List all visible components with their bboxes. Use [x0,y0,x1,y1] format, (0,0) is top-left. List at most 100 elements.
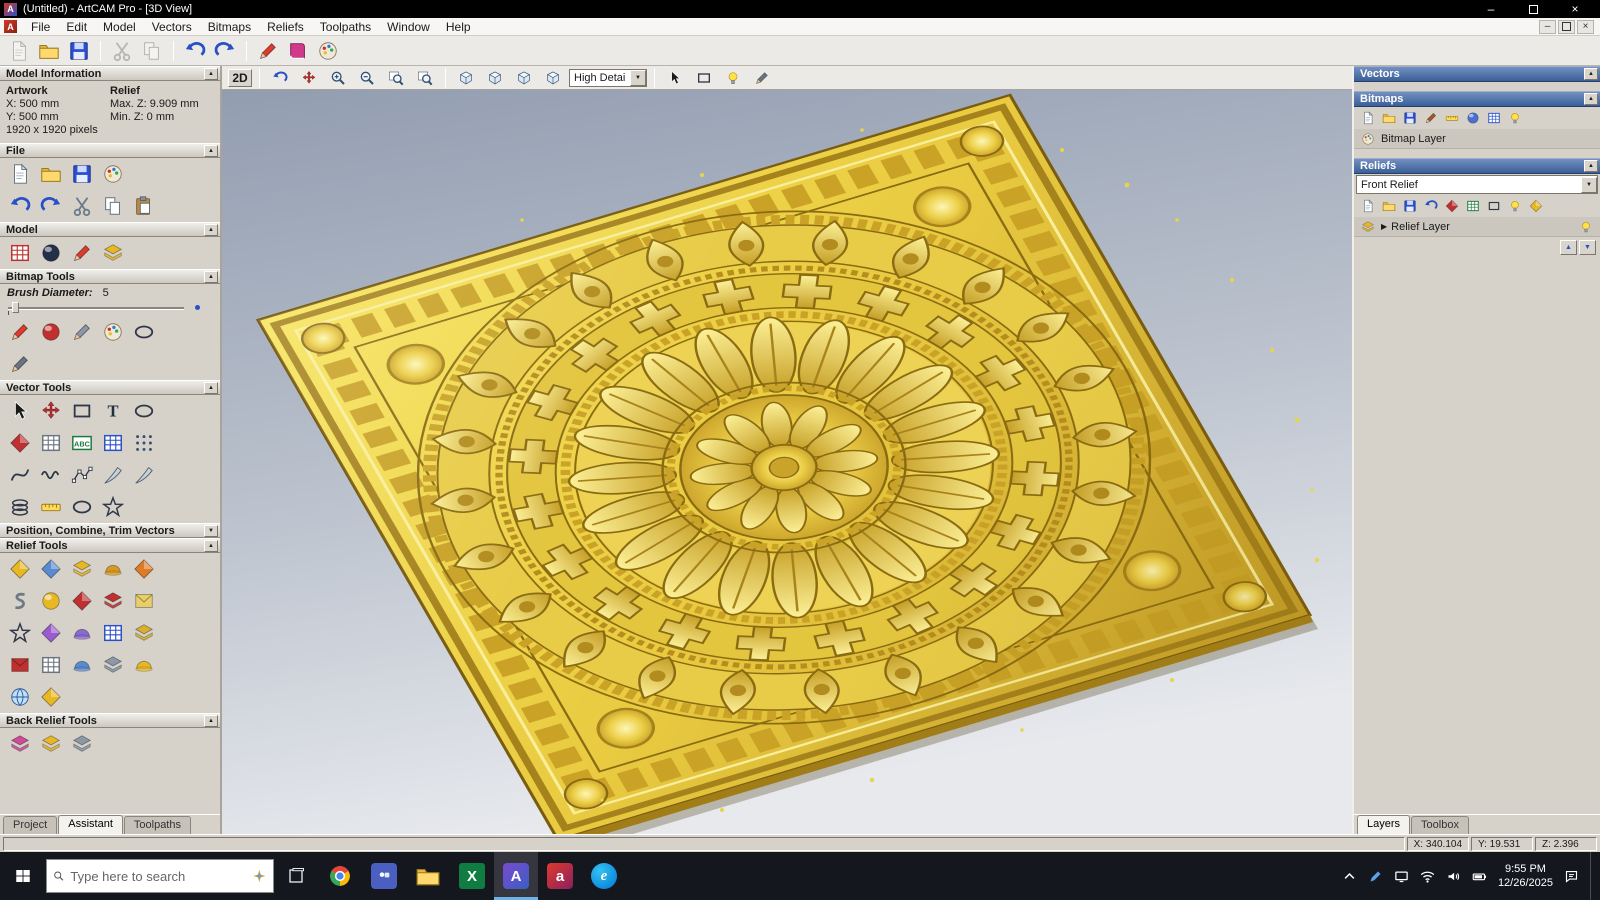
expand-arrow-icon[interactable]: ▶ [1381,222,1387,231]
sculpt-tool[interactable] [38,588,64,614]
vector-doctor-tool[interactable] [7,494,33,520]
measure-tool[interactable] [38,494,64,520]
merge-relief-tool[interactable] [100,556,126,582]
texture-flow-tool[interactable] [7,684,33,710]
new-relief-layer-button[interactable] [1359,197,1377,215]
tab-project[interactable]: Project [3,816,57,834]
open-relief-button[interactable] [1380,197,1398,215]
transfer-relief-button[interactable] [1422,197,1440,215]
hidden-icons-chevron-icon[interactable] [1342,869,1357,884]
zoom-out-button[interactable] [354,65,380,91]
toggle-light-button[interactable] [720,65,746,91]
show-desktop-button[interactable] [1590,852,1596,900]
node-editing-tool[interactable] [69,462,95,488]
menu-bitmaps[interactable]: Bitmaps [200,19,259,35]
shape-editor-tool[interactable] [7,556,33,582]
set-position-tool[interactable] [69,240,95,266]
smooth-relief-tool[interactable] [38,556,64,582]
menu-vectors[interactable]: Vectors [144,19,200,35]
draw-tool[interactable] [7,351,33,377]
relief-select[interactable]: Front Relief ▼ [1356,175,1598,194]
create-polyline-tool[interactable] [7,462,33,488]
colour-shading-button[interactable] [315,38,341,64]
bitmap-to-vector-tool[interactable] [7,430,33,456]
annotate-button[interactable] [255,38,281,64]
collapse-button[interactable]: ▲ [1584,93,1598,105]
relief-from-image-tool[interactable] [100,652,126,678]
measure-layer-button[interactable] [1443,109,1461,127]
taskbar-app-excel[interactable]: X [450,852,494,900]
expand-button[interactable]: ▼ [204,525,218,537]
smooth-polyline-tool[interactable] [38,462,64,488]
offset-vector-tool[interactable] [69,494,95,520]
transform-vectors-tool[interactable] [38,398,64,424]
relief-options-button[interactable] [1527,197,1545,215]
interactive-sculpt-tool[interactable] [69,652,95,678]
copy-button[interactable] [139,38,165,64]
iso-view-3-button[interactable] [511,65,537,91]
taskbar-app-artcam[interactable]: A [494,852,538,900]
add-relief-tool[interactable] [69,556,95,582]
copilot-sparkle-icon[interactable] [252,867,267,885]
calculate-relief-button[interactable] [1485,197,1503,215]
collapse-button[interactable]: ▲ [204,68,218,80]
wrap-relief-tool[interactable] [131,652,157,678]
preview-relief-button[interactable] [1464,197,1482,215]
colour-picker-tool[interactable] [69,319,95,345]
create-rectangle-tool[interactable] [69,398,95,424]
collapse-button[interactable]: ▲ [1584,68,1598,80]
dropdown-button[interactable]: ▼ [1581,177,1597,193]
notes-tool[interactable] [100,240,126,266]
turn-tool[interactable] [69,620,95,646]
speaker-icon[interactable] [1446,869,1461,884]
open-bitmap-button[interactable] [1380,109,1398,127]
relief-render[interactable] [222,90,1352,834]
iso-view-1-button[interactable] [453,65,479,91]
scale-to-fit-button[interactable] [412,65,438,91]
tab-toolbox[interactable]: Toolbox [1411,816,1469,834]
redo-tool[interactable] [38,193,64,219]
draw-relief-button[interactable] [749,65,775,91]
create-text-tool[interactable] [100,398,126,424]
taskbar-app-explorer[interactable] [406,852,450,900]
zoom-in-button[interactable] [325,65,351,91]
smooth-tool[interactable] [7,588,33,614]
open-model-tool[interactable] [38,161,64,187]
create-ellipse-tool[interactable] [131,398,157,424]
collapse-button[interactable]: ▲ [204,145,218,157]
tab-assistant[interactable]: Assistant [58,815,123,834]
detail-select[interactable]: High Detail ▼ [569,69,647,87]
eraser-tool[interactable] [131,319,157,345]
menu-edit[interactable]: Edit [58,19,95,35]
menu-reliefs[interactable]: Reliefs [259,19,312,35]
relief-layer-row[interactable]: ▶ Relief Layer [1354,217,1600,237]
search-input[interactable] [70,869,246,884]
undo-button[interactable] [182,38,208,64]
texture-relief-tool[interactable] [100,620,126,646]
redo-button[interactable] [212,38,238,64]
collapse-button[interactable]: ▲ [204,715,218,727]
toggle-relief-visibility-button[interactable] [1506,197,1524,215]
minimize-button[interactable]: – [1470,0,1512,18]
zero-plane-tool[interactable] [7,652,33,678]
taskbar-clock[interactable]: 9:55 PM 12/26/2025 [1498,862,1553,890]
paste-relief-tool[interactable] [100,588,126,614]
new-bitmap-layer-button[interactable] [1359,109,1377,127]
move-layer-up-button[interactable]: ▲ [1560,240,1577,255]
offset-back-relief-tool[interactable] [38,731,64,757]
iso-view-4-button[interactable] [540,65,566,91]
paste-tool[interactable] [131,193,157,219]
bitmap-layer-row[interactable]: Bitmap Layer [1354,129,1600,149]
cut-button[interactable] [109,38,135,64]
pan-view-button[interactable] [296,65,322,91]
save-relief-button[interactable] [1401,197,1419,215]
block-copy-tool[interactable] [100,430,126,456]
collapse-button[interactable]: ▲ [204,382,218,394]
reference-help-button[interactable] [285,38,311,64]
taskbar-app-chrome[interactable] [318,852,362,900]
create-back-relief-tool[interactable] [7,731,33,757]
pen-tray-icon[interactable] [1368,869,1383,884]
brush-diameter-slider[interactable] [8,301,210,314]
delete-back-relief-tool[interactable] [69,731,95,757]
cut-tool[interactable] [69,193,95,219]
